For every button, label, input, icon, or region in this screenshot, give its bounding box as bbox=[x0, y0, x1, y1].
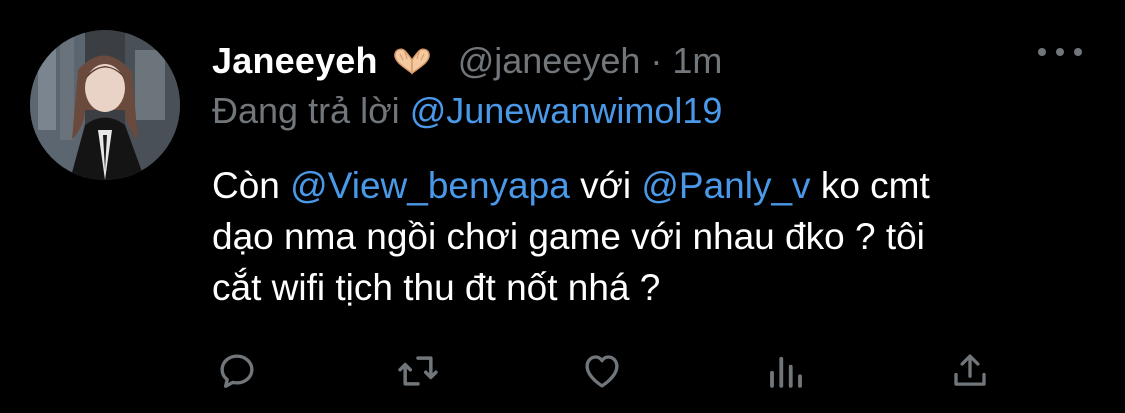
tweet-header: Janeeyeh @janeeyeh · 1m bbox=[212, 36, 722, 86]
reply-to-mention[interactable]: @Junewanwimol19 bbox=[410, 90, 723, 131]
share-button[interactable] bbox=[947, 348, 993, 394]
retweet-button[interactable] bbox=[395, 348, 441, 394]
body-line-2: dạo nma ngồi chơi game với nhau đko ? tô… bbox=[212, 216, 925, 257]
more-options-button[interactable] bbox=[1038, 40, 1082, 64]
mention-link[interactable]: @View_benyapa bbox=[290, 165, 570, 206]
body-line-1: Còn @View_benyapa với @Panly_v ko cmt bbox=[212, 160, 1092, 211]
avatar[interactable] bbox=[30, 30, 180, 180]
tweet-actions bbox=[212, 348, 1002, 394]
more-dot-icon bbox=[1056, 48, 1064, 56]
reply-prefix: Đang trả lời bbox=[212, 90, 400, 131]
display-name[interactable]: Janeeyeh bbox=[212, 40, 378, 82]
more-dot-icon bbox=[1074, 48, 1082, 56]
analytics-button[interactable] bbox=[763, 348, 809, 394]
separator: · bbox=[650, 40, 663, 81]
like-button[interactable] bbox=[579, 348, 625, 394]
body-text-segment: với bbox=[569, 165, 642, 206]
timestamp[interactable]: 1m bbox=[672, 40, 722, 82]
tweet: Janeeyeh @janeeyeh · 1m Đang trả lời @Ju… bbox=[0, 0, 1125, 413]
retweet-icon bbox=[396, 349, 440, 393]
user-handle[interactable]: @janeeyeh bbox=[458, 40, 641, 82]
body-text-segment: Còn bbox=[212, 165, 291, 206]
share-icon bbox=[949, 350, 991, 392]
reply-icon bbox=[216, 350, 258, 392]
more-dot-icon bbox=[1038, 48, 1046, 56]
reply-button[interactable] bbox=[214, 348, 260, 394]
analytics-icon bbox=[765, 350, 807, 392]
replying-to: Đang trả lời @Junewanwimol19 bbox=[212, 90, 722, 132]
tweet-body: Còn @View_benyapa với @Panly_v ko cmt dạ… bbox=[212, 160, 1092, 313]
like-icon bbox=[581, 350, 623, 392]
mention-link[interactable]: @Panly_v bbox=[641, 165, 810, 206]
body-line-3: cắt wifi tịch thu đt nốt nhá ? bbox=[212, 267, 661, 308]
heart-hands-icon bbox=[392, 46, 432, 76]
body-text-segment: ko cmt bbox=[810, 165, 930, 206]
